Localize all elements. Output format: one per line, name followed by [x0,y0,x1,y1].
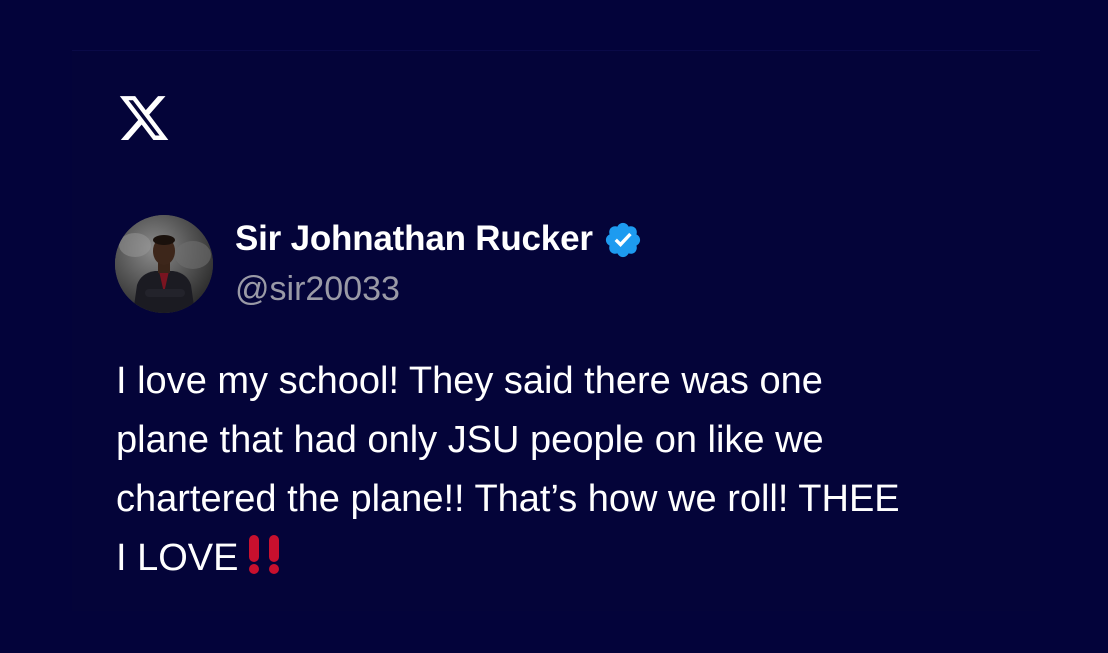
verified-badge-icon [605,222,640,258]
avatar-photo [115,215,213,313]
tweet-line-text: I LOVE [116,537,239,579]
double-exclamation-icon [248,535,279,574]
tweet-line: plane that had only JSU people on like w… [116,419,824,461]
author-handle[interactable]: @sir20033 [235,270,643,309]
tweet-line: I love my school! They said there was on… [116,360,823,402]
x-logo-icon[interactable] [117,91,171,145]
tweet-line-last: I LOVE [116,529,1016,588]
avatar[interactable] [115,215,213,313]
tweet-body: I love my school! They said there was on… [116,352,1016,588]
author-name-row: Sir Johnathan Rucker [235,217,643,261]
tweet-line: chartered the plane!! That’s how we roll… [116,478,900,520]
author-display-name[interactable]: Sir Johnathan Rucker [235,219,593,259]
author-block: Sir Johnathan Rucker @sir20033 [235,217,643,309]
